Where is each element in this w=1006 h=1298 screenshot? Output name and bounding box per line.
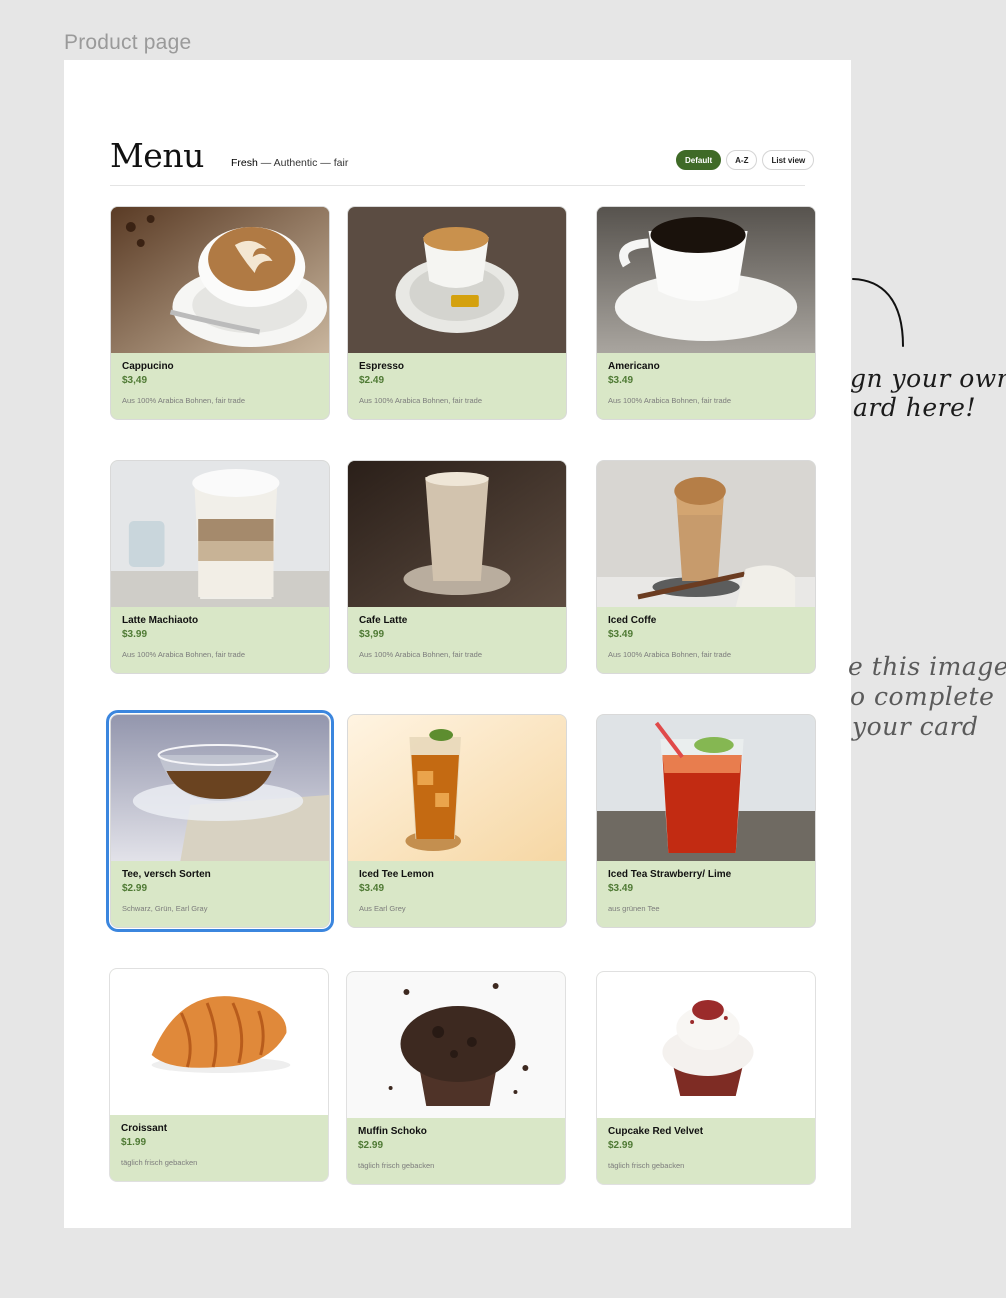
product-info: Latte Machiaoto $3.99 Aus 100% Arabica Boh… (111, 607, 329, 673)
product-price: $2.49 (359, 375, 385, 386)
product-description: Aus 100% Arabica Bohnen, fair trade (608, 396, 731, 405)
product-info: Tee, versch Sorten $2.99 Schwarz, Grün, Ea… (111, 861, 329, 927)
product-card[interactable]: Tee, versch Sorten $2.99 Schwarz, Grün, Ea… (106, 710, 334, 932)
product-info: Croissant $1.99 täglich frisch gebacken (110, 1115, 328, 1181)
product-name: Cafe Latte (359, 615, 408, 626)
product-price: $3,99 (359, 629, 385, 640)
frame-label: Product page (64, 31, 192, 54)
product-info: Muffin Schoko $2.99 täglich frisch gebacke… (347, 1118, 565, 1184)
product-card[interactable]: Iced Tee Lemon $3.49 Aus Earl Grey (347, 714, 567, 928)
product-price: $3.49 (608, 629, 634, 640)
latte-macchiato-photo (111, 461, 329, 607)
product-name: Iced Tee Lemon (359, 869, 434, 880)
product-info: Americano $3.49 Aus 100% Arabica Bohnen, f… (597, 353, 815, 419)
product-info: Iced Tee Lemon $3.49 Aus Earl Grey (348, 861, 566, 927)
product-description: täglich frisch gebacken (358, 1161, 435, 1170)
tagline-lead: Fresh (231, 157, 258, 169)
iced-tea-strawberry-photo (597, 715, 815, 861)
product-description: täglich frisch gebacken (121, 1158, 198, 1167)
image-note-line-2: o complete (850, 682, 995, 711)
product-price: $2.99 (608, 1140, 634, 1151)
product-card[interactable]: Iced Coffe $3.49 Aus 100% Arabica Bohnen, … (596, 460, 816, 674)
page-title: Menu (110, 136, 204, 175)
muffin-photo (347, 972, 565, 1118)
product-info: Espresso $2.49 Aus 100% Arabica Bohnen, fa… (348, 353, 566, 419)
product-name: Cappucino (122, 361, 174, 372)
croissant-photo (110, 969, 328, 1115)
image-note-line-1: e this image (848, 652, 1006, 681)
product-info: Cafe Latte $3,99 Aus 100% Arabica Bohnen, … (348, 607, 566, 673)
product-card[interactable]: Iced Tea Strawberry/ Lime $3.49 aus grünen… (596, 714, 816, 928)
product-price: $3.49 (359, 883, 385, 894)
sort-options: Default A-Z List view (676, 150, 815, 170)
product-description: Aus 100% Arabica Bohnen, fair trade (608, 650, 731, 659)
product-name: Croissant (121, 1123, 168, 1134)
product-card[interactable]: Cupcake Red Velvet $2.99 täglich frisch ge… (596, 971, 816, 1185)
cafe-latte-photo (348, 461, 566, 607)
product-price: $3.49 (608, 375, 634, 386)
product-description: Aus 100% Arabica Bohnen, fair trade (359, 396, 482, 405)
product-price: $3.99 (122, 629, 148, 640)
product-name: Iced Tea Strawberry/ Lime (608, 869, 732, 880)
product-price: $2.99 (122, 883, 148, 894)
product-description: Aus 100% Arabica Bohnen, fair trade (122, 650, 245, 659)
product-description: Aus 100% Arabica Bohnen, fair trade (122, 396, 245, 405)
design-note-line-1: gn your own (850, 364, 1006, 393)
product-price: $3.49 (608, 883, 634, 894)
image-note-line-3: your card (852, 712, 979, 741)
product-info: Iced Tea Strawberry/ Lime $3.49 aus grünen… (597, 861, 815, 927)
cappuccino-photo (111, 207, 329, 353)
product-card[interactable]: Americano $3.49 Aus 100% Arabica Bohnen, f… (596, 206, 816, 420)
product-info: Cappucino $3,49 Aus 100% Arabica Bohnen, f… (111, 353, 329, 419)
product-description: Aus Earl Grey (359, 904, 406, 913)
product-name: Latte Machiaoto (122, 615, 199, 626)
tagline: Fresh — Authentic — fair (231, 157, 348, 169)
product-info: Iced Coffe $3.49 Aus 100% Arabica Bohnen, … (597, 607, 815, 673)
americano-photo (597, 207, 815, 353)
product-name: Cupcake Red Velvet (608, 1126, 704, 1137)
cupcake-photo (597, 972, 815, 1118)
product-price: $1.99 (121, 1137, 147, 1148)
sort-default-button[interactable]: Default (676, 150, 722, 170)
product-description: Aus 100% Arabica Bohnen, fair trade (359, 650, 482, 659)
product-info: Cupcake Red Velvet $2.99 täglich frisch ge… (597, 1118, 815, 1184)
iced-tea-lemon-photo (348, 715, 566, 861)
tagline-dash: — (257, 157, 274, 169)
product-description: täglich frisch gebacken (608, 1161, 685, 1170)
espresso-photo (348, 207, 566, 353)
iced-coffee-photo (597, 461, 815, 607)
product-card[interactable]: Cafe Latte $3,99 Aus 100% Arabica Bohnen, … (347, 460, 567, 674)
product-description: Schwarz, Grün, Earl Gray (122, 904, 208, 913)
product-name: Americano (608, 361, 660, 372)
product-card[interactable]: Muffin Schoko $2.99 täglich frisch gebacke… (346, 971, 566, 1185)
product-card[interactable]: Cappucino $3,49 Aus 100% Arabica Bohnen, f… (110, 206, 330, 420)
product-card[interactable]: Espresso $2.49 Aus 100% Arabica Bohnen, fa… (347, 206, 567, 420)
sort-az-button[interactable]: A-Z (726, 150, 758, 170)
product-price: $3,49 (122, 375, 148, 386)
annotation-arrow-icon (852, 278, 904, 347)
product-name: Muffin Schoko (358, 1126, 427, 1137)
product-card[interactable]: Latte Machiaoto $3.99 Aus 100% Arabica Boh… (110, 460, 330, 674)
tea-cup-photo (111, 715, 329, 861)
tagline-rest: Authentic — fair (273, 157, 349, 169)
product-name: Espresso (359, 361, 405, 372)
product-name: Tee, versch Sorten (122, 869, 211, 880)
header-divider (110, 185, 805, 186)
list-view-button[interactable]: List view (762, 150, 815, 170)
product-price: $2.99 (358, 1140, 384, 1151)
product-description: aus grünen Tee (608, 904, 660, 913)
design-note-line-2: ard here! (853, 393, 976, 422)
product-name: Iced Coffe (608, 615, 657, 626)
product-card[interactable]: Croissant $1.99 täglich frisch gebacken (109, 968, 329, 1182)
